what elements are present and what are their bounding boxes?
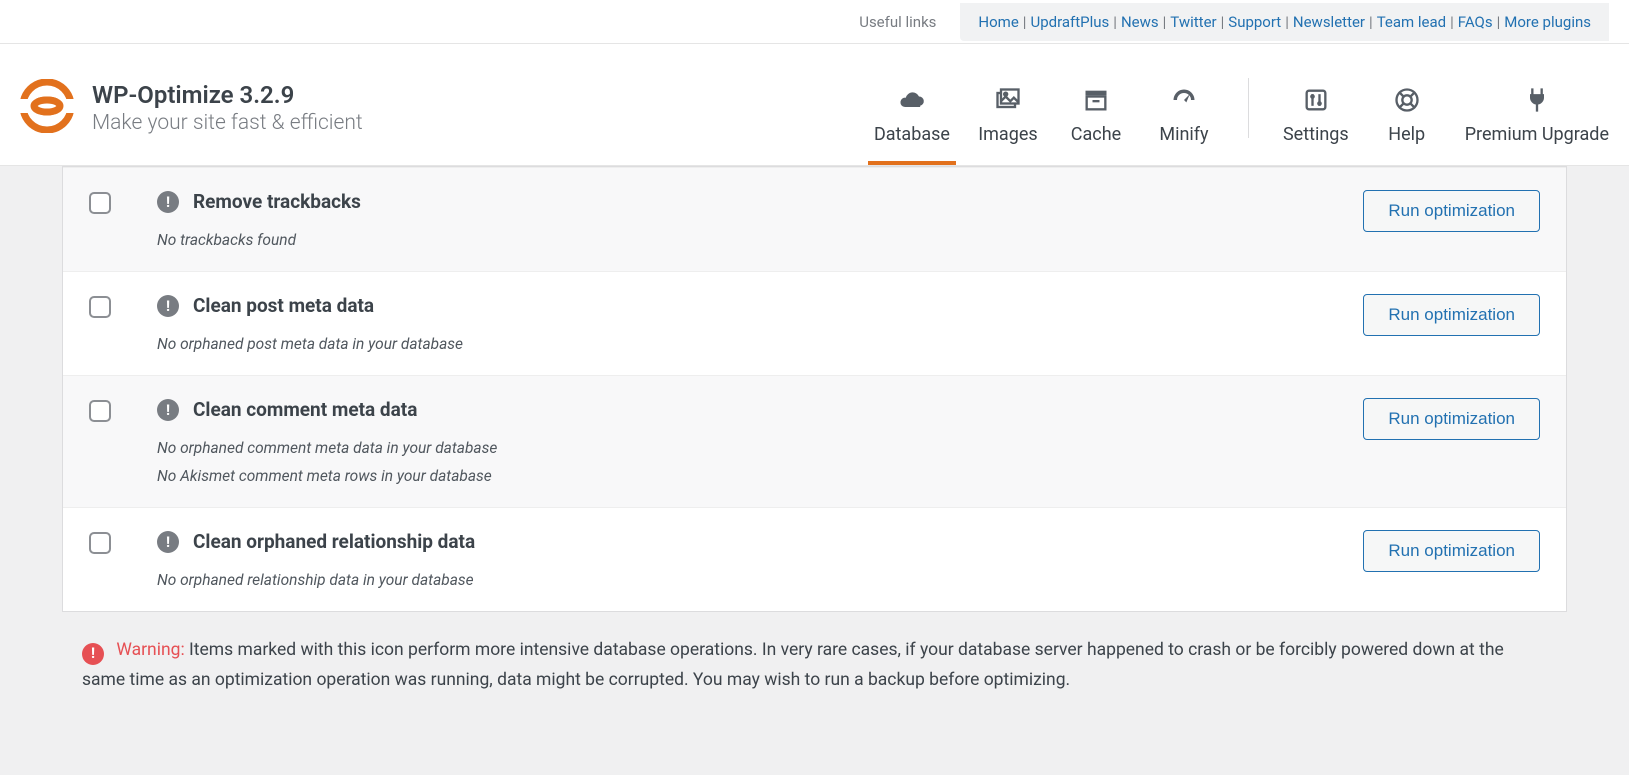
nav-divider	[1248, 78, 1249, 138]
run-optimization-button[interactable]: Run optimization	[1363, 294, 1540, 336]
useful-link-team-lead[interactable]: Team lead	[1377, 13, 1446, 31]
app-tagline: Make your site fast & efficient	[92, 111, 363, 135]
useful-link-news[interactable]: News	[1121, 13, 1159, 31]
optimization-checkbox[interactable]	[89, 400, 111, 422]
useful-link-more-plugins[interactable]: More plugins	[1504, 13, 1591, 31]
nav-label: Cache	[1071, 124, 1121, 145]
warning-icon: !	[157, 191, 179, 213]
useful-links-label: Useful links	[859, 13, 936, 31]
link-separator: |	[1285, 13, 1289, 31]
optimization-description: No Akismet comment meta rows in your dat…	[157, 467, 1363, 485]
cloud-icon	[898, 86, 926, 114]
app-title: WP-Optimize 3.2.9	[92, 81, 363, 109]
nav-label: Premium Upgrade	[1465, 124, 1609, 145]
optimization-description: No trackbacks found	[157, 231, 1363, 249]
footer-warning: ! Warning: Items marked with this icon p…	[82, 636, 1547, 696]
main-nav: Database Images Cache Minify Settings Help Pre…	[874, 50, 1609, 165]
link-separator: |	[1369, 13, 1373, 31]
nav-cache[interactable]: Cache	[1066, 50, 1126, 165]
useful-link-support[interactable]: Support	[1228, 13, 1281, 31]
optimization-main: ! Clean post meta data No orphaned post me…	[157, 294, 1363, 353]
optimization-row: ! Clean post meta data No orphaned post me…	[63, 271, 1566, 375]
link-separator: |	[1497, 13, 1501, 31]
logo-icon	[20, 79, 74, 137]
warning-text: Items marked with this icon perform more…	[82, 640, 1504, 690]
link-separator: |	[1113, 13, 1117, 31]
optimization-title: Clean comment meta data	[193, 398, 417, 421]
useful-link-newsletter[interactable]: Newsletter	[1293, 13, 1365, 31]
run-optimization-button[interactable]: Run optimization	[1363, 190, 1540, 232]
nav-premium-upgrade[interactable]: Premium Upgrade	[1465, 50, 1609, 165]
useful-links-container: Home|UpdraftPlus|News|Twitter|Support|Ne…	[960, 3, 1609, 41]
run-optimization-button[interactable]: Run optimization	[1363, 530, 1540, 572]
images-icon	[994, 86, 1022, 114]
content: !Remove trackbacksNo trackbacks foundRun…	[0, 166, 1629, 736]
link-separator: |	[1023, 13, 1027, 31]
nav-label: Images	[978, 124, 1037, 145]
optimization-main: ! Clean orphaned relationship data No orph…	[157, 530, 1363, 589]
warning-label: Warning:	[116, 640, 184, 660]
brand: WP-Optimize 3.2.9 Make your site fast & …	[20, 79, 363, 137]
useful-link-faqs[interactable]: FAQs	[1458, 13, 1493, 31]
optimization-main: ! Remove trackbacks No trackbacks found	[157, 190, 1363, 249]
optimization-row: ! Clean comment meta data No orphaned comm…	[63, 375, 1566, 507]
warning-icon: !	[82, 643, 104, 665]
nav-help[interactable]: Help	[1377, 50, 1437, 165]
optimization-title: Clean orphaned relationship data	[193, 530, 475, 553]
nav-database[interactable]: Database	[874, 50, 950, 165]
link-separator: |	[1450, 13, 1454, 31]
gauge-icon	[1170, 86, 1198, 114]
sliders-icon	[1302, 86, 1330, 114]
optimization-description: No orphaned comment meta data in your da…	[157, 439, 1363, 457]
nav-images[interactable]: Images	[978, 50, 1038, 165]
warning-icon: !	[157, 295, 179, 317]
life-ring-icon	[1393, 86, 1421, 114]
optimization-checkbox[interactable]	[89, 192, 111, 214]
nav-label: Help	[1388, 124, 1425, 145]
link-separator: |	[1221, 13, 1225, 31]
optimization-checkbox[interactable]	[89, 532, 111, 554]
optimization-main: ! Clean comment meta data No orphaned comm…	[157, 398, 1363, 485]
optimization-row: ! Remove trackbacks No trackbacks foundRun…	[63, 167, 1566, 271]
warning-icon: !	[157, 399, 179, 421]
nav-label: Minify	[1159, 124, 1208, 145]
nav-label: Database	[874, 124, 950, 145]
run-optimization-button[interactable]: Run optimization	[1363, 398, 1540, 440]
useful-link-twitter[interactable]: Twitter	[1170, 13, 1216, 31]
optimization-checkbox[interactable]	[89, 296, 111, 318]
optimization-description: No orphaned relationship data in your da…	[157, 571, 1363, 589]
useful-link-home[interactable]: Home	[978, 13, 1018, 31]
header: WP-Optimize 3.2.9 Make your site fast & …	[0, 44, 1629, 166]
archive-icon	[1082, 86, 1110, 114]
warning-icon: !	[157, 531, 179, 553]
optimization-title: Remove trackbacks	[193, 190, 361, 213]
optimization-description: No orphaned post meta data in your datab…	[157, 335, 1363, 353]
top-bar: Useful links Home|UpdraftPlus|News|Twitt…	[0, 0, 1629, 44]
link-separator: |	[1163, 13, 1167, 31]
optimization-title: Clean post meta data	[193, 294, 374, 317]
useful-link-updraftplus[interactable]: UpdraftPlus	[1030, 13, 1109, 31]
nav-settings[interactable]: Settings	[1283, 50, 1349, 165]
optimization-row: ! Clean orphaned relationship data No orph…	[63, 507, 1566, 611]
optimizations-panel: !Remove trackbacksNo trackbacks foundRun…	[62, 166, 1567, 612]
nav-minify[interactable]: Minify	[1154, 50, 1214, 165]
plug-icon	[1523, 86, 1551, 114]
nav-label: Settings	[1283, 124, 1349, 145]
